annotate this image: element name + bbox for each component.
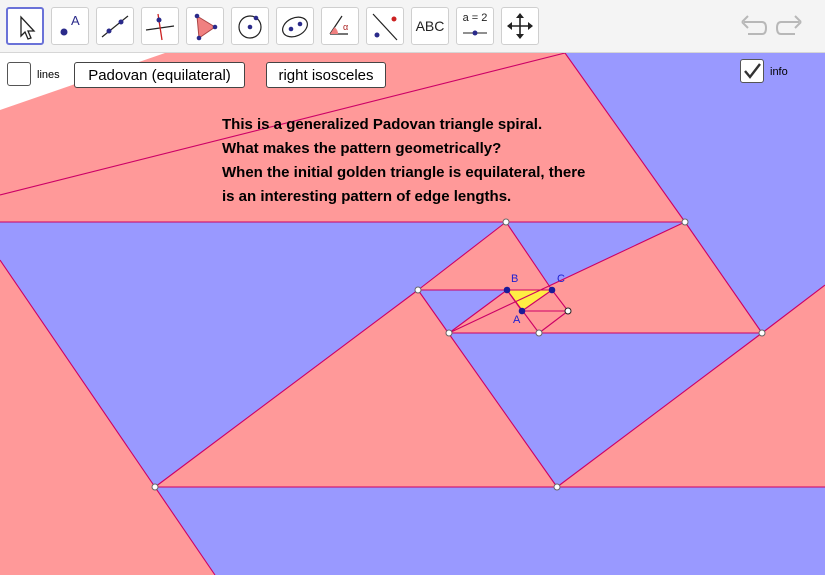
point-a-label: A	[513, 314, 521, 326]
polygon-tool-icon	[194, 13, 218, 41]
info-line-1: This is a generalized Padovan triangle s…	[222, 116, 543, 133]
line-tool[interactable]	[96, 7, 134, 45]
slider-track	[463, 30, 487, 36]
perpendicular-line-tool-icon	[145, 13, 175, 41]
lines-checkbox[interactable]	[7, 62, 31, 86]
redo-icon	[775, 15, 802, 35]
polygon-tool[interactable]	[186, 7, 224, 45]
move-tool-icon	[20, 15, 36, 40]
move-graphics-view-tool-icon	[507, 13, 533, 39]
point-tool-icon: A	[60, 13, 80, 36]
info-text: This is a generalized Padovan triangle s…	[222, 113, 585, 209]
line-tool-icon	[101, 15, 129, 38]
info-checkbox[interactable]	[740, 59, 764, 83]
move-graphics-view-tool[interactable]	[501, 7, 539, 45]
point-b[interactable]	[503, 286, 511, 294]
conic-tool[interactable]	[276, 7, 314, 45]
redo-button[interactable]	[775, 12, 805, 42]
reflect-tool-icon	[372, 13, 398, 41]
point-tool[interactable]: A	[51, 7, 89, 45]
reflect-tool[interactable]	[366, 7, 404, 45]
info-checkbox-label: info	[770, 66, 788, 78]
point-d[interactable]	[564, 307, 572, 315]
perpendicular-line-tool[interactable]	[141, 7, 179, 45]
lines-checkbox-label: lines	[37, 69, 60, 81]
point-c[interactable]	[548, 286, 556, 294]
info-line-4: is an interesting pattern of edge length…	[222, 188, 512, 205]
text-tool[interactable]: ABC	[411, 7, 449, 45]
circle-tool-icon	[238, 15, 262, 39]
angle-tool-icon: α	[329, 15, 348, 35]
point-c-label: C	[557, 273, 565, 285]
slider-tool[interactable]: a = 2	[456, 7, 494, 45]
angle-tool[interactable]: α	[321, 7, 359, 45]
checkmark-icon	[744, 63, 761, 79]
svg-text:A: A	[71, 13, 80, 28]
conic-tool-icon	[282, 16, 308, 38]
right-isosceles-button[interactable]: right isosceles	[266, 62, 386, 88]
text-tool-icon: ABC	[415, 18, 445, 34]
move-tool[interactable]	[6, 7, 44, 45]
svg-text:α: α	[343, 22, 348, 32]
undo-button[interactable]	[738, 12, 768, 42]
toolbar: A α ABC a = 2	[0, 0, 825, 53]
info-line-2: What makes the pattern geometrically?	[222, 140, 502, 157]
padovan-equilateral-button[interactable]: Padovan (equilateral)	[74, 62, 245, 88]
undo-icon	[741, 15, 768, 35]
point-b-label: B	[511, 273, 519, 285]
circle-tool[interactable]	[231, 7, 269, 45]
info-line-3: When the initial golden triangle is equi…	[222, 164, 586, 181]
